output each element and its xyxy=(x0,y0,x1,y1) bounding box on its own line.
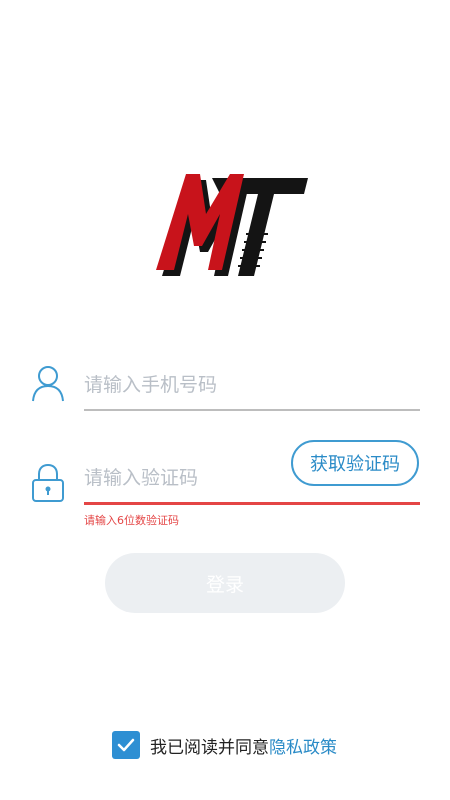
agreement-text: 我已阅读并同意 xyxy=(150,737,269,758)
code-underline xyxy=(84,502,420,505)
agreement-checkbox[interactable] xyxy=(112,731,140,759)
privacy-policy-link[interactable]: 隐私政策 xyxy=(269,733,337,758)
user-icon xyxy=(32,366,64,402)
verification-code-input[interactable] xyxy=(84,463,284,493)
login-screen: MT 获取验证码 请输入6位数验证码 登录 我已阅读并同意 隐私政策 xyxy=(0,0,450,800)
lock-icon xyxy=(32,463,64,502)
checkmark-icon xyxy=(117,738,135,752)
agreement-row: 我已阅读并同意 隐私政策 xyxy=(112,730,337,760)
login-button[interactable]: 登录 xyxy=(105,553,345,613)
phone-input[interactable] xyxy=(84,370,420,400)
get-code-button[interactable]: 获取验证码 xyxy=(291,440,419,486)
phone-underline xyxy=(84,409,420,411)
mt-logo xyxy=(156,174,308,276)
code-error-text: 请输入6位数验证码 xyxy=(84,514,179,527)
